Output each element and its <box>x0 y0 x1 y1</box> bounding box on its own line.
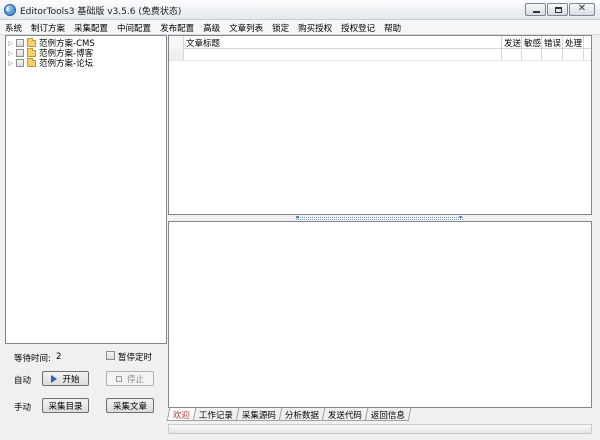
cell-send <box>502 49 522 60</box>
expand-arrow-icon[interactable]: ▷ <box>8 40 16 47</box>
tree-checkbox[interactable] <box>16 39 24 47</box>
cell-error <box>542 49 563 60</box>
bottom-tab-bar: 欢迎 工作记录 采集源码 分析数据 发送代码 返回信息 <box>166 408 412 421</box>
tab-analysis-data[interactable]: 分析数据 <box>278 408 326 421</box>
status-bar <box>168 424 592 434</box>
splitter-grip[interactable] <box>296 217 463 220</box>
menu-middle-config[interactable]: 中间配置 <box>112 20 155 34</box>
menu-system[interactable]: 系统 <box>0 20 26 34</box>
folder-icon <box>27 47 36 57</box>
wait-time-label: 等待时间: <box>14 354 51 364</box>
tab-source-code[interactable]: 采集源码 <box>235 408 283 421</box>
menu-advanced[interactable]: 高级 <box>198 20 224 34</box>
app-logo-icon: E <box>4 4 16 16</box>
minimize-button[interactable] <box>525 3 546 16</box>
app-window: E EditorTools3 基础版 v3.5.6 (免费状态) ✕ 系统 制订… <box>0 0 600 440</box>
tab-label: 返回信息 <box>370 411 405 421</box>
minimize-icon <box>533 11 540 13</box>
auto-label: 自动 <box>14 376 32 386</box>
stop-button-label: 停止 <box>126 374 144 385</box>
menu-publish-config[interactable]: 发布配置 <box>155 20 198 34</box>
collect-directory-label: 采集目录 <box>48 401 83 412</box>
stop-button[interactable]: 停止 <box>106 371 154 386</box>
menu-register-license[interactable]: 授权登记 <box>336 20 379 34</box>
menu-lock[interactable]: 锁定 <box>267 20 293 34</box>
column-header-error[interactable]: 错误 <box>542 36 563 49</box>
maximize-icon <box>555 7 562 13</box>
article-list-header: 文章标题 发送 敏感 错误 处理 <box>169 36 591 49</box>
menu-buy-license[interactable]: 购买授权 <box>293 20 336 34</box>
menu-collect-config[interactable]: 采集配置 <box>69 20 112 34</box>
tab-label: 采集源码 <box>241 411 276 421</box>
tab-return-info[interactable]: 返回信息 <box>364 408 412 421</box>
collect-article-label: 采集文章 <box>112 401 147 412</box>
tab-work-log[interactable]: 工作记录 <box>192 408 240 421</box>
folder-icon <box>27 37 36 47</box>
collect-article-button[interactable]: 采集文章 <box>106 398 154 413</box>
tree-item-label: 范例方案-论坛 <box>39 59 94 69</box>
menu-create-plan[interactable]: 制订方案 <box>26 20 69 34</box>
menu-help[interactable]: 帮助 <box>379 20 405 34</box>
close-button[interactable]: ✕ <box>569 3 595 16</box>
folder-icon <box>27 57 36 67</box>
tab-label: 发送代码 <box>327 411 362 421</box>
tab-label: 欢迎 <box>172 411 190 421</box>
tree-item[interactable]: ▷ 范例方案-论坛 <box>8 57 94 69</box>
cell-sensitive <box>522 49 542 60</box>
expand-arrow-icon[interactable]: ▷ <box>8 50 16 57</box>
tree-checkbox[interactable] <box>16 49 24 57</box>
plan-tree[interactable]: ▷ 范例方案-CMS ▷ 范例方案-博客 ▷ 范例方案-论坛 <box>5 35 167 344</box>
menu-article-list[interactable]: 文章列表 <box>224 20 267 34</box>
row-header <box>169 49 184 60</box>
tree-checkbox[interactable] <box>16 59 24 67</box>
cell-process <box>563 49 584 60</box>
window-title: EditorTools3 基础版 v3.5.6 (免费状态) <box>20 7 182 17</box>
tab-label: 分析数据 <box>284 411 319 421</box>
manual-label: 手动 <box>14 403 32 413</box>
start-button-label: 开始 <box>62 374 80 385</box>
wait-time-value: 2 <box>56 352 62 362</box>
expand-arrow-icon[interactable]: ▷ <box>8 60 16 67</box>
header-corner <box>169 36 184 49</box>
menu-bar: 系统 制订方案 采集配置 中间配置 发布配置 高级 文章列表 锁定 购买授权 授… <box>0 20 600 35</box>
column-header-process[interactable]: 处理 <box>563 36 584 49</box>
tab-send-code[interactable]: 发送代码 <box>321 408 369 421</box>
article-list[interactable]: 文章标题 发送 敏感 错误 处理 <box>168 35 592 215</box>
start-button[interactable]: 开始 <box>42 371 89 386</box>
column-header-sensitive[interactable]: 敏感 <box>522 36 542 49</box>
detail-content-panel[interactable] <box>168 221 592 408</box>
pause-timer-label: 暂停定时 <box>118 353 153 363</box>
maximize-button[interactable] <box>547 3 568 16</box>
play-icon <box>51 374 58 383</box>
cell-title <box>184 49 502 60</box>
window-controls: ✕ <box>524 3 595 17</box>
close-icon: ✕ <box>577 3 587 14</box>
pause-timer-checkbox[interactable] <box>106 351 115 360</box>
column-header-send[interactable]: 发送 <box>502 36 522 49</box>
table-row[interactable] <box>169 49 591 61</box>
stop-icon <box>115 375 122 382</box>
collect-directory-button[interactable]: 采集目录 <box>42 398 89 413</box>
tab-label: 工作记录 <box>198 411 233 421</box>
column-header-title[interactable]: 文章标题 <box>184 36 502 49</box>
title-bar[interactable]: E EditorTools3 基础版 v3.5.6 (免费状态) ✕ <box>0 0 600 20</box>
